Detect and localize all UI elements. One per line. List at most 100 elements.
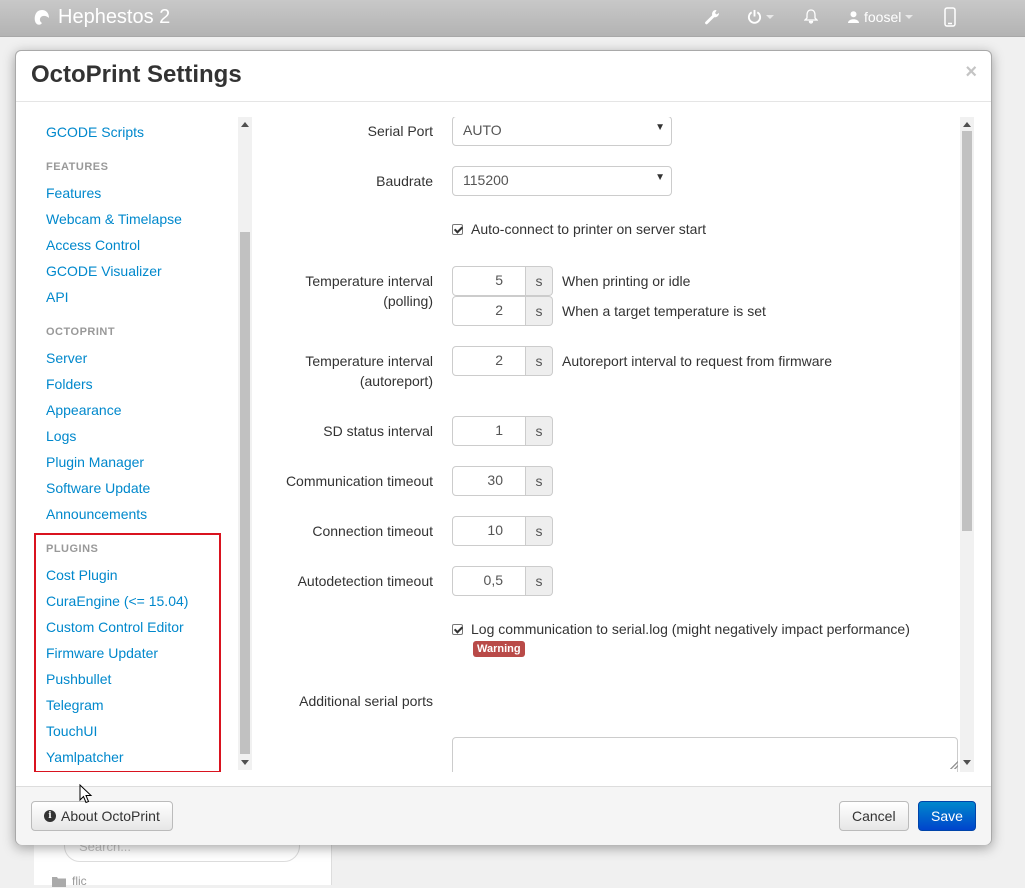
folder-name: flic bbox=[72, 874, 87, 888]
unit-addon: s bbox=[526, 266, 553, 296]
sidebar-item-plugin-manager[interactable]: Plugin Manager bbox=[46, 454, 144, 470]
about-label: About OctoPrint bbox=[61, 808, 160, 824]
conn-timeout-label: Connection timeout bbox=[312, 523, 433, 539]
cancel-button[interactable]: Cancel bbox=[839, 801, 909, 831]
log-comm-checkbox[interactable]: Log communication to serial.log (might n… bbox=[452, 621, 910, 637]
additional-ports-label: Additional serial ports bbox=[299, 693, 433, 709]
chevron-down-icon bbox=[905, 15, 914, 19]
unit-addon: s bbox=[526, 566, 553, 596]
autodetect-timeout-label: Autodetection timeout bbox=[297, 573, 433, 589]
sidebar-item-touchui[interactable]: TouchUI bbox=[46, 723, 97, 739]
checkbox-checked-icon[interactable] bbox=[452, 223, 463, 235]
settings-modal: OctoPrint Settings × GCODE Scripts FEATU… bbox=[15, 50, 992, 845]
sidebar-item-server[interactable]: Server bbox=[46, 350, 87, 366]
sidebar-item-api[interactable]: API bbox=[46, 289, 69, 305]
sidebar-item-gcode-scripts[interactable]: GCODE Scripts bbox=[46, 124, 144, 140]
sidebar-header-plugins: PLUGINS bbox=[46, 543, 99, 555]
scroll-down-icon[interactable] bbox=[241, 760, 249, 765]
scroll-up-icon[interactable] bbox=[963, 122, 971, 127]
additional-ports-textarea[interactable] bbox=[452, 737, 958, 772]
sidebar-item-appearance[interactable]: Appearance bbox=[46, 402, 122, 418]
sd-status-label: SD status interval bbox=[323, 423, 433, 439]
baudrate-select[interactable]: 115200 ▼ bbox=[452, 166, 672, 196]
comm-timeout-input[interactable]: 30 bbox=[452, 466, 526, 496]
sidebar-item-firmware-updater[interactable]: Firmware Updater bbox=[46, 645, 158, 661]
baudrate-label: Baudrate bbox=[376, 173, 433, 189]
sidebar-item-logs[interactable]: Logs bbox=[46, 428, 76, 444]
comm-timeout-field[interactable]: 30 s bbox=[452, 466, 553, 496]
autodetect-timeout-input[interactable]: 0,5 bbox=[452, 566, 526, 596]
sidebar-item-folders[interactable]: Folders bbox=[46, 376, 93, 392]
modal-header: OctoPrint Settings × bbox=[16, 51, 991, 102]
unit-addon: s bbox=[526, 296, 553, 326]
close-icon[interactable]: × bbox=[965, 61, 977, 84]
form-scrollbar[interactable] bbox=[960, 117, 974, 772]
conn-timeout-field[interactable]: 10 s bbox=[452, 516, 553, 546]
top-navbar: Hephestos 2 foosel bbox=[0, 0, 1025, 37]
mouse-cursor-icon bbox=[79, 784, 93, 804]
power-icon bbox=[747, 9, 762, 24]
chevron-down-icon: ▼ bbox=[655, 172, 665, 183]
temp-polling-label-2: (polling) bbox=[383, 293, 433, 309]
temp-autoreport-label-2: (autoreport) bbox=[359, 373, 433, 389]
unit-addon: s bbox=[526, 466, 553, 496]
about-octoprint-button[interactable]: i About OctoPrint bbox=[31, 801, 173, 831]
sidebar-item-telegram[interactable]: Telegram bbox=[46, 697, 104, 713]
sidebar-item-gcode-visualizer[interactable]: GCODE Visualizer bbox=[46, 263, 162, 279]
conn-timeout-input[interactable]: 10 bbox=[452, 516, 526, 546]
power-menu[interactable] bbox=[747, 9, 774, 24]
temp-polling-target-field[interactable]: 2 s bbox=[452, 296, 553, 326]
sidebar-item-webcam[interactable]: Webcam & Timelapse bbox=[46, 211, 182, 227]
checkbox-checked-icon[interactable] bbox=[452, 623, 463, 635]
temp-autoreport-hint: Autoreport interval to request from firm… bbox=[562, 353, 832, 369]
serial-port-select[interactable]: AUTO ▼ bbox=[452, 117, 672, 146]
brand-name: Hephestos 2 bbox=[58, 6, 171, 28]
serial-settings-form: Serial Port AUTO ▼ Baudrate 115200 ▼ Aut… bbox=[266, 117, 960, 772]
user-menu[interactable]: foosel bbox=[848, 9, 914, 25]
sidebar-item-pushbullet[interactable]: Pushbullet bbox=[46, 671, 111, 687]
sidebar-item-software-update[interactable]: Software Update bbox=[46, 480, 150, 496]
sidebar-scrollbar-thumb[interactable] bbox=[240, 232, 250, 754]
autoconnect-checkbox[interactable]: Auto-connect to printer on server start bbox=[452, 221, 706, 237]
background-folder-item: flic bbox=[52, 874, 87, 888]
sidebar-item-curaengine[interactable]: CuraEngine (<= 15.04) bbox=[46, 593, 188, 609]
temp-polling-target-hint: When a target temperature is set bbox=[562, 303, 766, 319]
chevron-down-icon bbox=[766, 14, 774, 19]
temp-autoreport-input[interactable]: 2 bbox=[452, 346, 526, 376]
settings-sidebar: GCODE Scripts FEATURES Features Webcam &… bbox=[16, 117, 252, 772]
sidebar-item-custom-control-editor[interactable]: Custom Control Editor bbox=[46, 619, 184, 635]
sidebar-item-access-control[interactable]: Access Control bbox=[46, 237, 140, 253]
sidebar-item-yamlpatcher[interactable]: Yamlpatcher bbox=[46, 749, 124, 765]
bell-icon[interactable] bbox=[804, 9, 818, 24]
serial-port-label: Serial Port bbox=[367, 123, 433, 139]
scroll-down-icon[interactable] bbox=[963, 760, 971, 765]
wrench-icon[interactable] bbox=[704, 9, 720, 25]
sidebar-item-features[interactable]: Features bbox=[46, 185, 101, 201]
sd-status-input[interactable]: 1 bbox=[452, 416, 526, 446]
temp-polling-idle-input[interactable]: 5 bbox=[452, 266, 526, 296]
save-button[interactable]: Save bbox=[918, 801, 976, 831]
sidebar-header-octoprint: OCTOPRINT bbox=[46, 326, 116, 338]
brand[interactable]: Hephestos 2 bbox=[32, 6, 170, 29]
sd-status-field[interactable]: 1 s bbox=[452, 416, 553, 446]
sidebar-scrollbar[interactable] bbox=[238, 117, 252, 770]
temp-polling-idle-field[interactable]: 5 s bbox=[452, 266, 553, 296]
info-icon: i bbox=[44, 810, 56, 822]
sidebar-item-announcements[interactable]: Announcements bbox=[46, 506, 147, 522]
username: foosel bbox=[864, 9, 902, 25]
serial-port-value: AUTO bbox=[463, 122, 502, 138]
scroll-up-icon[interactable] bbox=[241, 122, 249, 127]
modal-footer: i About OctoPrint Cancel Save bbox=[16, 786, 991, 845]
temp-autoreport-field[interactable]: 2 s bbox=[452, 346, 553, 376]
autoconnect-label: Auto-connect to printer on server start bbox=[471, 221, 706, 237]
unit-addon: s bbox=[526, 416, 553, 446]
temp-polling-label-1: Temperature interval bbox=[305, 273, 433, 289]
form-scrollbar-thumb[interactable] bbox=[962, 131, 972, 531]
autodetect-timeout-field[interactable]: 0,5 s bbox=[452, 566, 553, 596]
resize-grip-icon[interactable] bbox=[950, 761, 958, 769]
warning-badge: Warning bbox=[473, 641, 525, 657]
mobile-icon[interactable] bbox=[944, 7, 956, 27]
temp-polling-idle-hint: When printing or idle bbox=[562, 273, 691, 289]
temp-polling-target-input[interactable]: 2 bbox=[452, 296, 526, 326]
sidebar-item-cost-plugin[interactable]: Cost Plugin bbox=[46, 567, 118, 583]
